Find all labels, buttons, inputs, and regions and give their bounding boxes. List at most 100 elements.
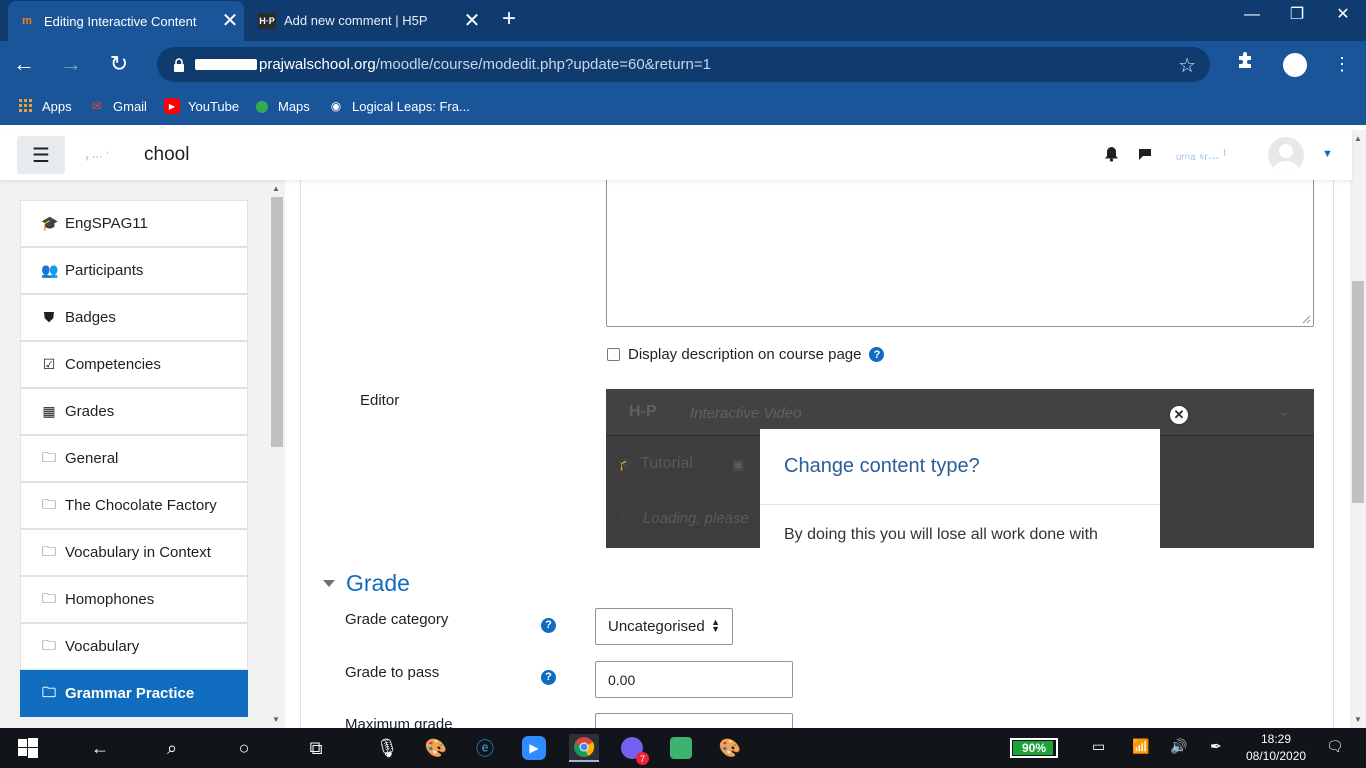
user-avatar[interactable]: [1268, 137, 1304, 173]
bookmark-maps[interactable]: ⬤ Maps: [254, 98, 310, 114]
bookmark-label: Logical Leaps: Fra...: [352, 98, 470, 114]
display-description-label: Display description on course page: [628, 346, 862, 363]
sidebar-item-label: Vocabulary: [65, 638, 140, 655]
user-name-redacted[interactable]: ᵤₘₐ ₛᵣ... ᵗ: [1176, 146, 1226, 163]
scroll-down-arrow-icon[interactable]: ▼: [272, 715, 280, 724]
nav-drawer: 🎓 EngSPAG11 👥 Participants ⛊ Badges ☑ Co…: [0, 180, 285, 728]
maximum-grade-input[interactable]: [595, 713, 793, 728]
scroll-up-arrow-icon[interactable]: ▲: [272, 184, 280, 193]
zoom-app-icon[interactable]: ▶: [520, 734, 548, 762]
grade-category-select[interactable]: Uncategorised ▲ ▼: [595, 608, 733, 645]
battery-indicator[interactable]: 90%: [1010, 738, 1058, 758]
address-bar[interactable]: prajwalschool.org /moodle/course/modedit…: [157, 47, 1210, 82]
moodle-icon: m: [22, 15, 32, 27]
whiteboard-app-icon[interactable]: [667, 734, 695, 762]
edge-browser-icon[interactable]: ⓔ: [471, 734, 499, 762]
scroll-up-arrow-icon[interactable]: ▲: [1354, 134, 1362, 143]
h5p-example-icon[interactable]: ▣: [732, 457, 744, 473]
action-center-icon[interactable]: 🗨: [1326, 738, 1344, 755]
help-icon[interactable]: ?: [541, 669, 556, 685]
sidebar-item-vocabulary[interactable]: 🗀 Vocabulary: [20, 623, 248, 670]
close-window-button[interactable]: ✕: [1320, 4, 1366, 34]
sidebar-item-homophones[interactable]: 🗀 Homophones: [20, 576, 248, 623]
search-icon[interactable]: ⌕: [158, 734, 186, 762]
profile-avatar-icon[interactable]: [1280, 50, 1310, 80]
site-name[interactable]: ᵣ ··· ˈ chool: [86, 144, 189, 166]
gmail-icon: ✉: [91, 99, 103, 113]
folder-icon: 🗀: [42, 589, 56, 606]
bookmarks-bar: Apps ✉ Gmail ▶ YouTube ⬤ Maps ◉ Logical …: [0, 88, 1366, 125]
folder-icon: 🗀: [42, 636, 56, 653]
dialog-close-icon[interactable]: ✕: [1168, 404, 1190, 426]
bookmark-apps[interactable]: Apps: [18, 98, 72, 114]
browser-menu-icon[interactable]: ⋮: [1327, 50, 1357, 80]
paint-app-icon[interactable]: 🎨: [422, 734, 450, 762]
grade-section-header[interactable]: Grade: [323, 570, 410, 597]
messages-icon[interactable]: [1137, 146, 1153, 166]
drawer-scrollbar-thumb[interactable]: [271, 197, 283, 447]
github-icon: ◉: [330, 99, 342, 113]
grade-to-pass-input[interactable]: 0.00: [595, 661, 793, 698]
h5p-editor: H-P Interactive Video ⌄ 🎓 Tutorial ▣ ◌ Loa…: [606, 389, 1314, 548]
chrome-browser-icon[interactable]: [569, 734, 599, 762]
tab-title: Add new comment | H5P: [284, 13, 428, 28]
minimize-button[interactable]: —: [1229, 4, 1275, 34]
close-tab-icon[interactable]: ✕: [458, 11, 486, 31]
extensions-icon[interactable]: [1231, 50, 1261, 80]
sidebar-item-participants[interactable]: 👥 Participants: [20, 247, 248, 294]
back-arrow-icon[interactable]: ←: [86, 734, 114, 762]
sidebar-item-grades[interactable]: ▦ Grades: [20, 388, 248, 435]
redacted-text: [195, 59, 257, 70]
page-scrollbar-thumb[interactable]: [1352, 281, 1364, 503]
dialog-title: Change content type?: [784, 455, 980, 477]
drawer-toggle-button[interactable]: ☰: [17, 136, 65, 174]
bookmark-gmail[interactable]: ✉ Gmail: [89, 98, 147, 114]
taskbar-clock[interactable]: 18:29 08/10/2020: [1246, 731, 1306, 765]
viber-app-icon[interactable]: 7: [618, 734, 649, 765]
help-icon[interactable]: ?: [541, 617, 556, 633]
tab-add-new-comment[interactable]: H·P Add new comment | H5P ✕: [248, 0, 486, 41]
chevron-down-icon[interactable]: ⌄: [1278, 403, 1290, 420]
restore-button[interactable]: ❐: [1274, 4, 1320, 34]
bookmark-logical-leaps[interactable]: ◉ Logical Leaps: Fra...: [328, 98, 470, 114]
help-icon[interactable]: ?: [869, 347, 885, 362]
close-tab-icon[interactable]: ✕: [216, 11, 244, 31]
task-view-icon[interactable]: ⧉: [302, 734, 330, 762]
paint-palette-app-icon[interactable]: 🎨: [716, 734, 744, 762]
bookmark-label: YouTube: [188, 98, 240, 114]
forward-button[interactable]: →: [56, 50, 86, 80]
pen-icon[interactable]: ✒: [1210, 738, 1222, 755]
sidebar-item-general[interactable]: 🗀 General: [20, 435, 248, 482]
sidebar-item-competencies[interactable]: ☑ Competencies: [20, 341, 248, 388]
page-scrollbar[interactable]: ▲ ▼: [1350, 130, 1366, 728]
sidebar-item-badges[interactable]: ⛊ Badges: [20, 294, 248, 341]
resize-grip-icon[interactable]: [1302, 315, 1311, 324]
sidebar-item-vocabulary-in-context[interactable]: 🗀 Vocabulary in Context: [20, 529, 248, 576]
battery-icon[interactable]: ▭: [1092, 738, 1105, 755]
user-menu-caret-icon[interactable]: ▼: [1322, 148, 1333, 160]
display-description-checkbox[interactable]: [607, 348, 620, 361]
sidebar-item-chocolate-factory[interactable]: 🗀 The Chocolate Factory: [20, 482, 248, 529]
reload-button[interactable]: ↻: [104, 50, 134, 80]
new-tab-button[interactable]: +: [497, 7, 521, 32]
bookmark-star-icon[interactable]: ☆: [1178, 53, 1196, 78]
sidebar-item-label: EngSPAG11: [65, 215, 148, 232]
notifications-bell-icon[interactable]: [1104, 146, 1119, 166]
folder-icon: 🗀: [42, 495, 56, 512]
sidebar-item-label: The Chocolate Factory: [65, 497, 217, 514]
wifi-icon[interactable]: 📶: [1132, 738, 1149, 755]
volume-icon[interactable]: 🔊: [1170, 738, 1187, 755]
tab-editing-interactive-content[interactable]: m Editing Interactive Content ✕: [8, 1, 244, 41]
bookmark-youtube[interactable]: ▶ YouTube: [164, 98, 239, 114]
description-textarea[interactable]: [606, 180, 1314, 327]
microphone-app-icon[interactable]: 🎙: [373, 734, 401, 762]
windows-start-icon[interactable]: [14, 734, 42, 762]
sidebar-item-grammar-practice[interactable]: 🗀 Grammar Practice: [20, 670, 248, 717]
back-button[interactable]: ←: [9, 50, 39, 80]
h5p-logo: H-P: [629, 403, 657, 420]
cortana-circle-icon[interactable]: ○: [230, 734, 258, 762]
scroll-down-arrow-icon[interactable]: ▼: [1354, 715, 1362, 724]
h5p-tutorial-link[interactable]: 🎓 Tutorial: [618, 455, 693, 473]
sidebar-item-course[interactable]: 🎓 EngSPAG11: [20, 200, 248, 247]
h5p-content-type: Interactive Video: [690, 405, 802, 422]
